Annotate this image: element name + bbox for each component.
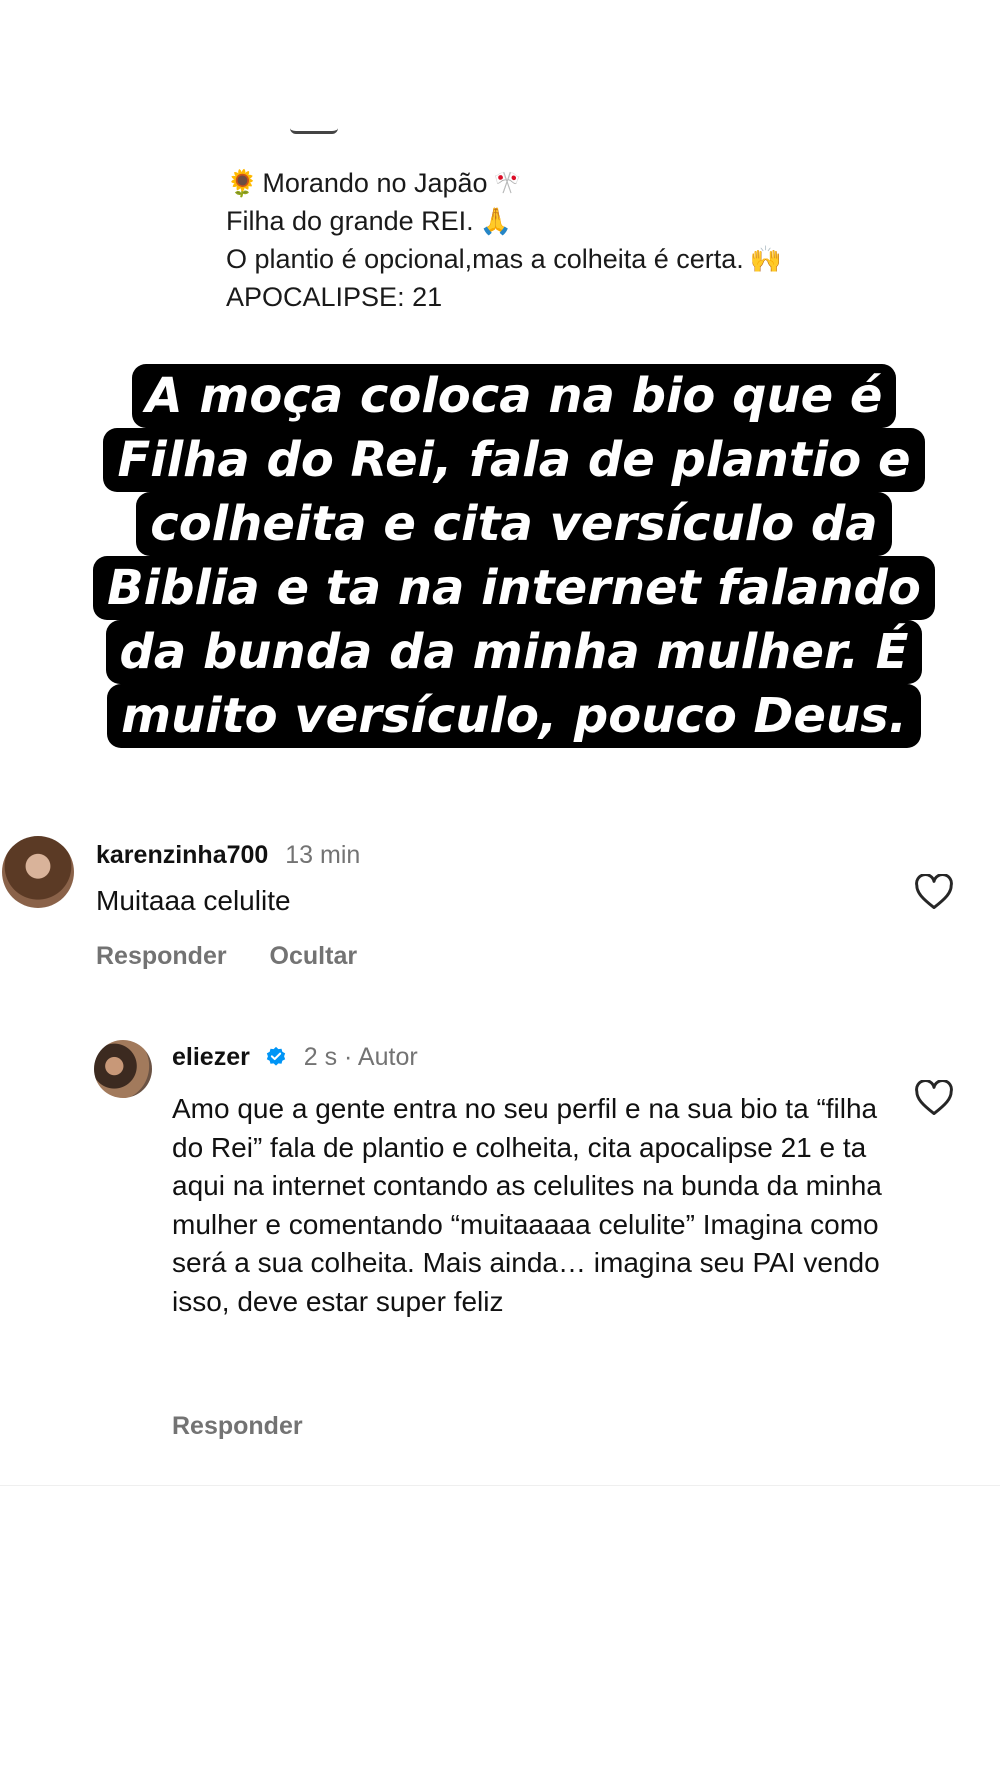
bio-text: Filha do grande REI. xyxy=(226,206,474,236)
comment-meta: eliezer 2 s · Autor xyxy=(172,1042,418,1072)
divider xyxy=(0,1485,1000,1486)
profile-edge-mark xyxy=(290,128,338,134)
bio-line: 🌻 Morando no Japão 🎌 xyxy=(226,164,788,202)
reply-button[interactable]: Responder xyxy=(96,942,227,970)
avatar[interactable] xyxy=(94,1040,152,1098)
story-caption: A moça coloca na bio que é Filha do Rei,… xyxy=(74,364,954,748)
raised-hands-icon: 🙌 xyxy=(749,244,783,274)
praying-hands-icon: 🙏 xyxy=(479,206,513,236)
caption-line: colheita e cita versículo da xyxy=(136,492,892,556)
bio-line: Filha do grande REI. 🙏 xyxy=(226,202,788,240)
caption-line: da bunda da minha mulher. É xyxy=(105,620,923,684)
bio-text: Morando no Japão xyxy=(262,168,488,198)
comment-username[interactable]: eliezer xyxy=(172,1043,250,1071)
comment-actions: Responder xyxy=(172,1412,339,1441)
comment-item: karenzinha700 13 min Muitaaa celulite Re… xyxy=(0,836,1000,976)
comment-time: 2 s · Autor xyxy=(303,1043,418,1071)
verified-badge-icon xyxy=(266,1046,285,1066)
bio-text: O plantio é opcional,mas a colheita é ce… xyxy=(226,244,744,274)
comment-text: Amo que a gente entra no seu perfil e na… xyxy=(172,1093,882,1317)
caption-line: Biblia e ta na internet falando xyxy=(93,556,935,620)
heart-icon[interactable] xyxy=(914,1080,954,1116)
avatar[interactable] xyxy=(2,836,74,908)
hide-button[interactable]: Ocultar xyxy=(270,942,358,970)
caption-line: A moça coloca na bio que é xyxy=(131,364,897,428)
comment-text: Muitaaa celulite xyxy=(96,885,291,916)
bio-line: APOCALIPSE: 21 xyxy=(226,278,788,316)
bio-text: APOCALIPSE: 21 xyxy=(226,282,443,312)
japan-flags-icon: 🎌 xyxy=(493,170,521,195)
comment-item: eliezer 2 s · Autor Amo que a gente entr… xyxy=(0,1040,1000,1450)
comment-time: 13 min xyxy=(285,841,361,869)
caption-line: Filha do Rei, fala de plantio e xyxy=(103,428,925,492)
heart-icon[interactable] xyxy=(914,874,954,910)
profile-bio: 🌻 Morando no Japão 🎌 Filha do grande REI… xyxy=(226,164,788,316)
reply-button[interactable]: Responder xyxy=(172,1412,303,1440)
bio-line: O plantio é opcional,mas a colheita é ce… xyxy=(226,240,788,278)
sunflower-icon: 🌻 xyxy=(226,168,259,198)
comment-meta: karenzinha700 13 min xyxy=(96,840,360,870)
caption-line: muito versículo, pouco Deus. xyxy=(107,684,921,748)
comment-username[interactable]: karenzinha700 xyxy=(96,841,268,869)
comment-actions: Responder Ocultar xyxy=(96,942,393,971)
